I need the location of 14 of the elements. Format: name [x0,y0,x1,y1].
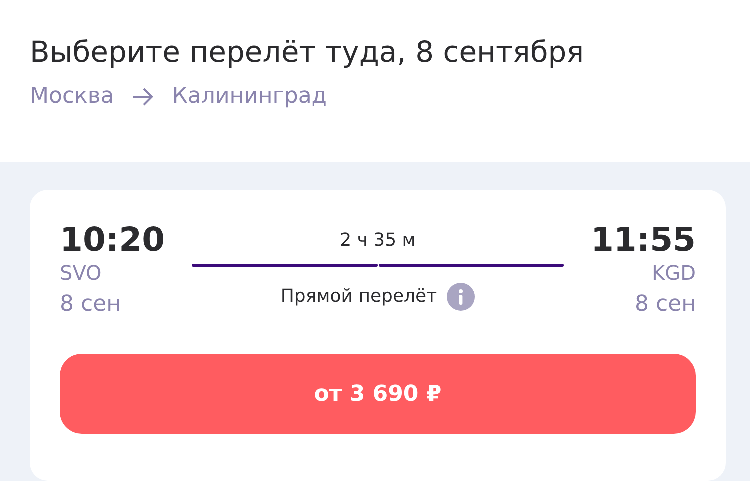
info-icon[interactable] [447,283,476,311]
arrival-time: 11:55 [590,220,696,260]
direct-flight-label: Прямой перелёт [280,285,438,309]
price-button[interactable]: от 3 690 ₽ [60,354,696,434]
origin-city: Москва [30,83,114,111]
page-title: Выберите перелёт туда, 8 сентября [30,34,586,71]
departure-date: 8 сен [60,291,122,319]
destination-city: Калининград [172,83,328,111]
flight-duration: 2 ч 35 м [340,229,416,253]
arrival-airport: KGD [652,260,696,286]
departure-time: 10:20 [60,220,166,260]
departure-airport: SVO [60,260,103,286]
arrival-date: 8 сен [634,291,696,319]
arrow-right-icon [132,88,154,106]
